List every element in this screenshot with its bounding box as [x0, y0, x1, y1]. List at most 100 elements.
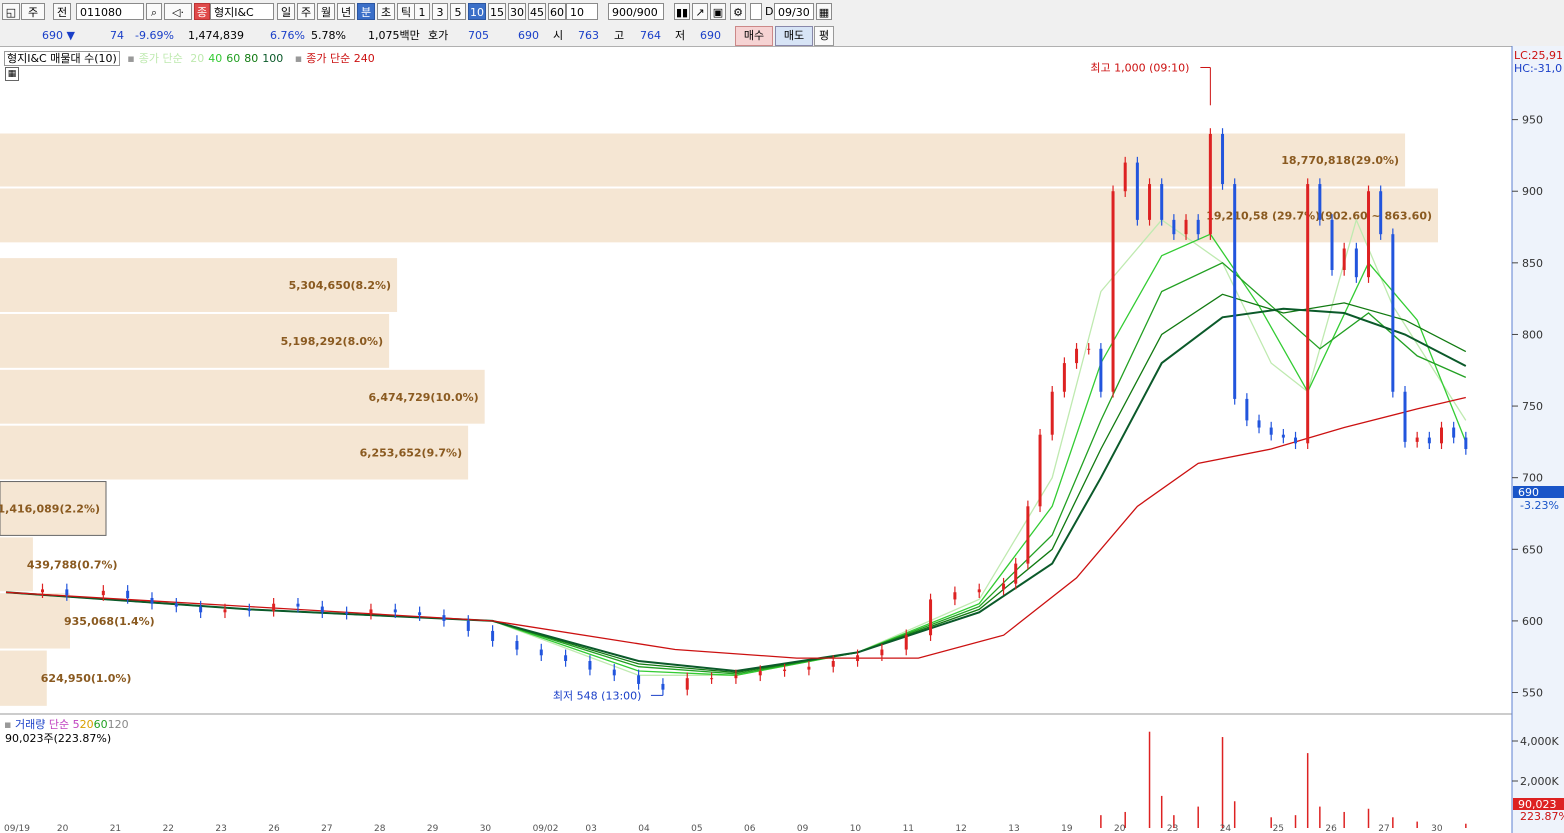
volume-profile-label-7: 5,304,650(8.2%) — [289, 279, 392, 292]
sell-button[interactable]: 매도 — [775, 26, 813, 46]
candle-body-63 — [1281, 434, 1285, 438]
interval-button-5[interactable]: 5 — [450, 3, 466, 20]
candle-body-8 — [223, 609, 227, 613]
quote-vol-ratio: 5.78% — [311, 29, 346, 42]
price-tick-label-650: 650 — [1522, 543, 1543, 556]
interval-button-45[interactable]: 45 — [528, 3, 546, 20]
candle-body-13 — [345, 612, 349, 614]
volume-profile-bar-9 — [0, 133, 1406, 187]
count-input[interactable]: 900/900 — [608, 3, 664, 20]
interval-button-10[interactable]: 10 — [468, 3, 486, 20]
quote-turnover: 6.76% — [270, 29, 305, 42]
candle-body-67 — [1330, 219, 1334, 270]
candle-body-28 — [710, 678, 714, 680]
candle-body-53 — [1160, 184, 1164, 220]
lc-label: LC:25,91 — [1514, 49, 1564, 62]
avg-button[interactable]: 평 — [814, 26, 834, 46]
interval-button-3[interactable]: 3 — [432, 3, 448, 20]
period-button-5[interactable]: 초 — [377, 3, 395, 20]
price-tick-label-600: 600 — [1522, 615, 1543, 628]
legend-ma-40: 40 — [208, 52, 223, 65]
date-input[interactable]: 09/30 — [774, 3, 814, 20]
candle-body-77 — [1452, 427, 1456, 438]
grid-icon[interactable]: ▦ — [5, 67, 19, 81]
quote-volume: 1,474,839 — [188, 29, 244, 42]
date-tick-24: 25 — [1273, 824, 1284, 833]
period-button-4[interactable]: 분 — [357, 3, 375, 20]
interval-button-30[interactable]: 30 — [508, 3, 526, 20]
prev-button[interactable]: 전 — [53, 3, 71, 20]
candle-body-25 — [637, 675, 641, 684]
candle-body-75 — [1427, 437, 1431, 444]
quote-change: 74 — [110, 29, 124, 42]
volume-profile-label-4: 6,253,652(9.7%) — [360, 447, 463, 460]
volume-profile-label-2: 439,788(0.7%) — [27, 558, 118, 571]
candle-body-4 — [126, 590, 130, 598]
candle-body-64 — [1294, 437, 1298, 444]
candle-body-38 — [953, 592, 957, 600]
search-icon[interactable]: ⌕ — [146, 3, 162, 20]
candle-body-33 — [831, 661, 835, 667]
date-tick-6: 27 — [321, 824, 332, 833]
date-checkbox[interactable] — [750, 3, 762, 20]
candle-body-15 — [393, 609, 397, 613]
draw-icon[interactable]: ↗ — [692, 3, 708, 20]
legend-ma-100: 100 — [262, 52, 284, 65]
interval-button-60[interactable]: 60 — [548, 3, 566, 20]
candle-icon[interactable]: ▮▮ — [674, 3, 690, 20]
candle-body-1 — [40, 589, 44, 593]
period-button-1[interactable]: 주 — [297, 3, 315, 20]
candle-body-40 — [1002, 583, 1006, 590]
speaker-icon[interactable]: ◁· — [164, 3, 192, 20]
date-tick-1: 20 — [57, 824, 69, 833]
date-tick-23: 24 — [1220, 824, 1232, 833]
period-button-0[interactable]: 일 — [277, 3, 295, 20]
price-legend: 형지I&C 매물대 수(10) ▪ 종가 단순 20 40 60 80 100 ▪ 종가 단… — [4, 50, 379, 66]
date-tick-16: 10 — [850, 824, 862, 833]
date-tick-18: 12 — [955, 824, 966, 833]
candle-body-55 — [1184, 219, 1188, 235]
price-tick-label-800: 800 — [1522, 328, 1543, 341]
candle-body-56 — [1196, 219, 1200, 235]
interval-button-1[interactable]: 1 — [414, 3, 430, 20]
candle-body-37 — [929, 599, 933, 636]
date-tick-5: 26 — [268, 824, 280, 833]
candle-body-71 — [1379, 191, 1383, 235]
candle-body-57 — [1208, 133, 1212, 235]
interval-input[interactable]: 10 — [566, 3, 598, 20]
interval-button-15[interactable]: 15 — [488, 3, 506, 20]
price-tick-label-750: 750 — [1522, 400, 1543, 413]
save-icon[interactable]: ▣ — [710, 3, 726, 20]
low-annotation: 최저 548 (13:00) — [553, 689, 642, 702]
candle-body-46 — [1075, 348, 1079, 364]
candle-body-32 — [807, 666, 811, 670]
calendar-icon[interactable]: ▦ — [816, 3, 832, 20]
candle-body-27 — [685, 678, 689, 690]
buy-button[interactable]: 매수 — [735, 26, 773, 46]
stock-name[interactable]: 형지I&C — [210, 3, 274, 20]
candle-body-35 — [880, 649, 884, 656]
price-chart[interactable]: 624,950(1.0%) 935,068(1.4%) 439,788(0.7%) 1… — [0, 46, 1564, 833]
candle-body-61 — [1257, 420, 1261, 428]
period-button-6[interactable]: 틱 — [397, 3, 415, 20]
candle-body-50 — [1123, 162, 1127, 192]
candle-body-17 — [442, 615, 446, 621]
candle-body-52 — [1148, 184, 1152, 220]
candle-body-10 — [272, 603, 276, 611]
quote-low: 690 — [700, 29, 721, 42]
quote-low-label: 저 — [675, 29, 686, 42]
hc-label: HC:-31,0 — [1514, 62, 1563, 75]
period-button-3[interactable]: 년 — [337, 3, 355, 20]
code-input[interactable]: 011080 — [76, 3, 144, 20]
candle-body-59 — [1233, 184, 1237, 399]
quote-ask1: 705 — [468, 29, 489, 42]
gear-icon[interactable]: ⚙ — [730, 3, 746, 20]
market-select[interactable]: 주 — [21, 3, 45, 20]
legend-title: 형지I&C 매물대 수(10) — [4, 51, 120, 66]
date-tick-11: 03 — [585, 824, 596, 833]
quote-amount: 1,075백만 — [368, 29, 420, 42]
candle-body-24 — [612, 669, 616, 676]
candle-body-42 — [1026, 506, 1030, 564]
layout-icon[interactable]: ◱ — [2, 3, 20, 20]
period-button-2[interactable]: 월 — [317, 3, 335, 20]
